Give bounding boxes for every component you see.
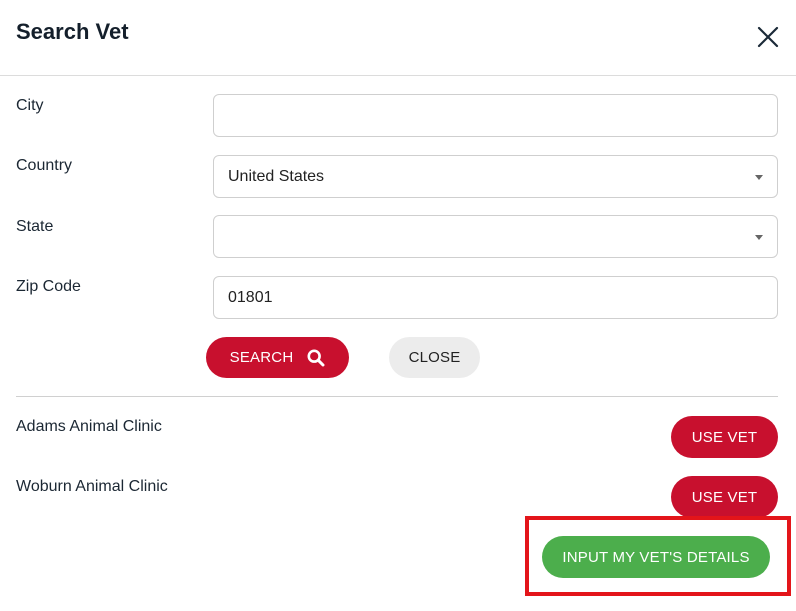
input-vet-details-button[interactable]: INPUT MY VET'S DETAILS — [542, 536, 770, 578]
divider — [16, 396, 778, 397]
city-label: City — [16, 97, 44, 114]
city-field[interactable] — [213, 94, 778, 137]
modal-header: Search Vet — [0, 0, 796, 76]
country-label: Country — [16, 157, 73, 174]
state-select[interactable] — [213, 215, 778, 258]
state-label: State — [16, 218, 54, 235]
country-select[interactable]: United States — [213, 155, 778, 198]
zip-code-input[interactable] — [228, 277, 777, 318]
vet-name: Woburn Animal Clinic — [16, 478, 168, 495]
dropdown-arrow-icon — [755, 175, 763, 180]
use-vet-button[interactable]: USE VET — [671, 416, 778, 458]
use-vet-button[interactable]: USE VET — [671, 476, 778, 518]
country-selected-value: United States — [228, 167, 325, 185]
zip-code-field[interactable] — [213, 276, 778, 319]
city-input[interactable] — [228, 95, 777, 136]
dropdown-arrow-icon — [755, 235, 763, 240]
search-button-label: SEARCH — [229, 349, 294, 366]
modal-title: Search Vet — [16, 19, 129, 44]
close-button[interactable]: CLOSE — [389, 337, 480, 378]
close-icon[interactable] — [756, 25, 780, 49]
search-button[interactable]: SEARCH — [206, 337, 349, 378]
search-vet-modal: Search Vet City Country United States St… — [0, 0, 796, 611]
vet-name: Adams Animal Clinic — [16, 418, 162, 435]
zip-code-label: Zip Code — [16, 278, 81, 295]
search-icon — [307, 348, 325, 366]
